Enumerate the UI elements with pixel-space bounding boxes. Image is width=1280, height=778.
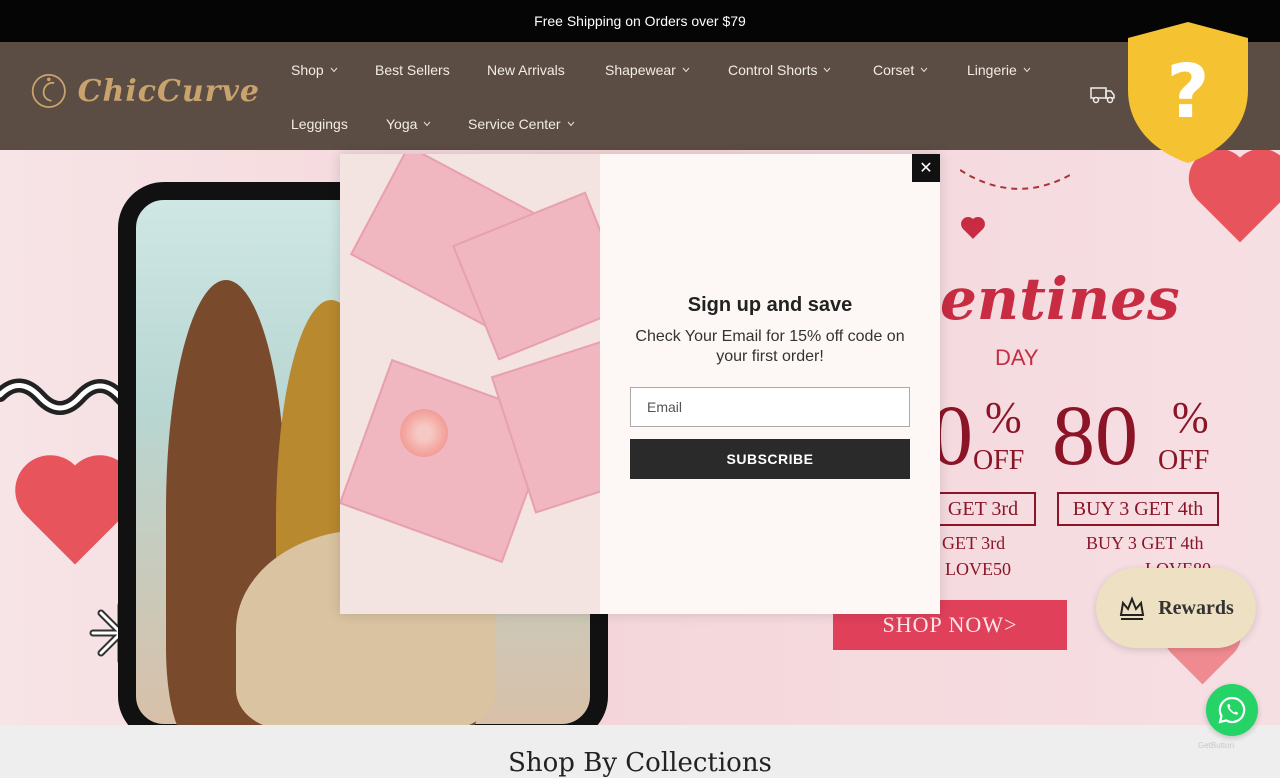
offer-2-buy-box: BUY 3 GET 4th (1057, 492, 1219, 526)
heart-decoration (1197, 157, 1280, 243)
nav-new-arrivals-label: New Arrivals (487, 62, 565, 78)
popup-description: Check Your Email for 15% off code on you… (635, 328, 905, 365)
nav-best-sellers[interactable]: Best Sellers (375, 62, 450, 78)
dashed-arc-decoration (960, 169, 1070, 190)
brand-name: ChicCurve (77, 73, 260, 109)
offer-1-percent-sign: % (985, 393, 1022, 442)
heart-decoration (25, 465, 125, 565)
section-title: Shop By Collections (508, 748, 772, 778)
chevron-down-icon (567, 121, 574, 127)
heart-decoration (963, 219, 983, 239)
popup-title: Sign up and save (687, 294, 853, 316)
rewards-button[interactable]: Rewards (1096, 568, 1256, 648)
nav-service-center-label: Service Center (468, 116, 561, 132)
offer-1-detail: GET 3rd (942, 533, 1006, 553)
svg-text:?: ? (1167, 49, 1210, 135)
chevron-down-icon (424, 121, 431, 127)
whatsapp-button[interactable] (1206, 684, 1258, 736)
sale-day: DAY (995, 345, 1039, 370)
offer-1-buy-box: GET 3rd (930, 492, 1036, 526)
nav-lingerie[interactable]: Lingerie (967, 62, 1031, 78)
logo-mark-icon (31, 73, 66, 109)
chevron-down-icon (682, 67, 690, 73)
question-shield-icon[interactable]: ? (1126, 20, 1250, 164)
email-placeholder: Email (647, 399, 683, 415)
signup-popup: ✕ Sign up and save Check Your Email for … (340, 154, 940, 614)
nav-control-shorts-label: Control Shorts (728, 62, 818, 78)
chevron-down-icon (824, 67, 831, 73)
nav-best-sellers-label: Best Sellers (375, 62, 450, 78)
whatsapp-icon (1218, 696, 1246, 724)
nav-yoga-label: Yoga (386, 116, 418, 132)
nav-service-center[interactable]: Service Center (468, 116, 575, 132)
nav-shop[interactable]: Shop (291, 62, 338, 78)
offer-1-off: OFF (973, 445, 1025, 476)
offer-1-code: LOVE50 (945, 559, 1011, 579)
announcement-text: Free Shipping on Orders over $79 (534, 13, 746, 29)
nav-yoga[interactable]: Yoga (386, 116, 431, 132)
nav-corset[interactable]: Corset (873, 62, 928, 78)
chevron-down-icon (1023, 67, 1031, 73)
truck-icon[interactable] (1090, 86, 1116, 104)
rewards-label: Rewards (1158, 596, 1234, 619)
nav-shapewear[interactable]: Shapewear (605, 62, 690, 78)
offer-2-buy-label: BUY 3 GET 4th (1072, 497, 1204, 520)
brand-logo[interactable]: ChicCurve (30, 66, 260, 116)
nav-leggings[interactable]: Leggings (291, 116, 348, 132)
email-field[interactable]: Email (630, 387, 910, 427)
nav-new-arrivals[interactable]: New Arrivals (487, 62, 565, 78)
whatsapp-credit: GetButton (1198, 741, 1235, 750)
nav-control-shorts[interactable]: Control Shorts (728, 62, 831, 78)
offer-1-buy-label: GET 3rd (947, 497, 1019, 520)
rose-decoration (400, 409, 448, 457)
sale-title: entines (940, 265, 1180, 333)
offer-2-percent: 80 (1052, 387, 1138, 483)
announcement-bar: Free Shipping on Orders over $79 (0, 0, 1280, 42)
chevron-down-icon (330, 67, 338, 73)
nav-shapewear-label: Shapewear (605, 62, 676, 78)
site-header: ChicCurve Shop Best Sellers New Arrivals… (0, 42, 1280, 150)
popup-envelope-image (340, 154, 600, 614)
nav-lingerie-label: Lingerie (967, 62, 1017, 78)
nav-shop-label: Shop (291, 62, 324, 78)
chevron-down-icon (920, 67, 928, 73)
crown-icon (1120, 596, 1145, 620)
nav-leggings-label: Leggings (291, 116, 348, 132)
subscribe-button[interactable]: SUBSCRIBE (630, 439, 910, 479)
offer-2-detail: BUY 3 GET 4th (1086, 533, 1204, 553)
offer-2-percent-sign: % (1172, 393, 1209, 442)
close-icon[interactable]: ✕ (912, 154, 940, 182)
offer-2-off: OFF (1158, 445, 1210, 476)
nav-corset-label: Corset (873, 62, 915, 78)
